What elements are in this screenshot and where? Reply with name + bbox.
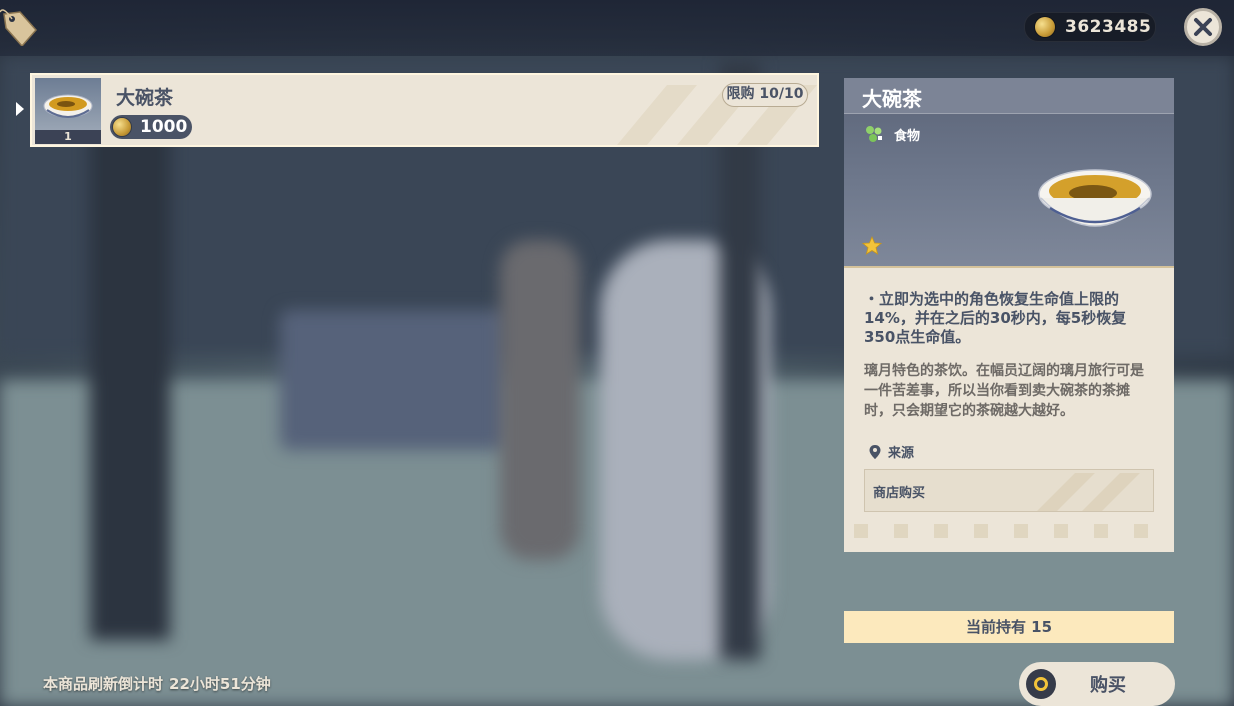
confirm-circle-icon <box>1026 669 1056 699</box>
panel-footer-decoration <box>854 524 1148 538</box>
item-name: 大碗茶 <box>116 87 174 109</box>
source-entry-box: 商店购买 <box>864 469 1154 512</box>
food-category-icon <box>866 126 882 142</box>
refresh-label: 本商品刷新倒计时 <box>43 675 164 693</box>
tea-bowl-icon <box>43 94 93 118</box>
close-button[interactable] <box>1184 8 1222 46</box>
shop-item-row[interactable]: 1 大碗茶 1000 限购 10/10 <box>30 73 819 147</box>
refresh-countdown: 本商品刷新倒计时 22小时51分钟 <box>43 673 271 694</box>
purchase-limit-badge: 限购 10/10 <box>722 83 808 107</box>
price-tag-icon[interactable] <box>0 6 40 48</box>
source-heading: 来源 <box>868 442 914 461</box>
item-thumbnail-count: 1 <box>35 130 101 144</box>
close-icon <box>1194 18 1212 36</box>
item-thumbnail: 1 <box>35 78 101 144</box>
tea-bowl-image <box>1038 169 1152 227</box>
currency-display: 3623485 <box>1024 12 1156 42</box>
header-divider <box>844 266 1174 268</box>
detail-header: 大碗茶 食物 <box>844 78 1174 268</box>
detail-category: 食物 <box>894 129 921 144</box>
location-pin-icon <box>869 444 881 459</box>
source-label: 来源 <box>888 446 915 461</box>
buy-button-label: 购买 <box>1090 675 1126 696</box>
refresh-time: 22小时51分钟 <box>169 675 271 693</box>
detail-title-bar: 大碗茶 <box>844 78 1174 114</box>
detail-title: 大碗茶 <box>862 87 922 111</box>
buy-button[interactable]: 购买 <box>1019 662 1175 706</box>
mora-coin-icon <box>113 118 131 136</box>
owned-count-bar: 当前持有 15 <box>844 611 1174 643</box>
star-icon <box>862 236 882 255</box>
item-detail-panel: 大碗茶 食物 ・立即为选中的角色恢复生命值上限的14%，并在之后的30秒内，每5… <box>844 78 1174 552</box>
mora-coin-icon <box>1035 17 1055 37</box>
item-description: ・立即为选中的角色恢复生命值上限的14%，并在之后的30秒内，每5秒恢复350点… <box>864 290 1127 346</box>
source-entry: 商店购买 <box>873 486 926 501</box>
currency-value: 3623485 <box>1065 17 1152 37</box>
selection-indicator-icon <box>16 102 24 116</box>
item-flavor-text: 璃月特色的茶饮。在幅员辽阔的璃月旅行可是一件苦差事，所以当你看到卖大碗茶的茶摊时… <box>864 363 1144 419</box>
item-price: 1000 <box>110 115 192 139</box>
item-price-value: 1000 <box>140 117 188 137</box>
